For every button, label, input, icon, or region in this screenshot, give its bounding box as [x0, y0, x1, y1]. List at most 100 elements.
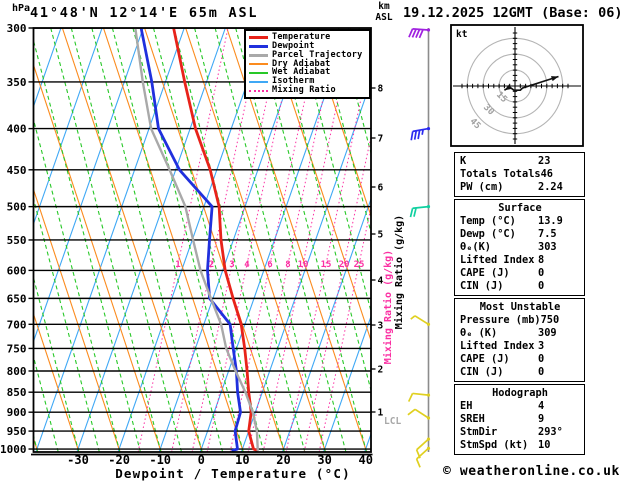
- pressure-tick-label: 550: [7, 234, 27, 247]
- panel-row-value: 7.5: [538, 228, 557, 240]
- panel-row: StmSpd (kt) 10: [460, 439, 580, 452]
- pressure-tick-label: 350: [7, 76, 27, 89]
- temp-tick-label: -20: [108, 453, 130, 467]
- pressure-tick-label: 850: [7, 386, 27, 399]
- panel-section-header: Most Unstable: [479, 301, 561, 313]
- temp-tick-label: 20: [276, 453, 290, 467]
- panel-row: Lifted Index 3: [460, 340, 580, 353]
- pressure-tick-label: 1000: [0, 443, 27, 456]
- panel-row: CAPE (J) 0: [460, 353, 580, 366]
- wind-barb: [407, 392, 429, 402]
- panel-row: Lifted Index 8: [460, 254, 580, 267]
- panel-row: PW (cm) 2.24: [460, 181, 580, 194]
- panel-row-value: 8: [538, 254, 545, 266]
- panel-row-label: StmSpd (kt): [460, 439, 529, 451]
- pressure-tick-label: 600: [7, 264, 27, 277]
- copyright-text: © weatheronline.co.uk: [443, 464, 620, 479]
- wind-barb-station-dot: [426, 416, 431, 420]
- panel-row: Totals Totals 46: [460, 168, 580, 181]
- pressure-tick-label: 400: [7, 123, 27, 136]
- panel-row-label: θₑ(K): [460, 241, 491, 253]
- legend-line-sample: [249, 44, 268, 48]
- temp-tick-label: 10: [235, 453, 249, 467]
- wind-barb-station-dot: [426, 437, 431, 441]
- panel-row-label: CIN (J): [460, 280, 504, 292]
- pressure-tick-label: 750: [7, 342, 27, 355]
- panel-row: SREH 9: [460, 413, 580, 426]
- panel-row-label: θₑ (K): [460, 327, 498, 339]
- panel-row: StmDir 293°: [460, 426, 580, 439]
- hodograph-unit-label: kt: [456, 29, 467, 40]
- wind-barb: [407, 408, 429, 419]
- panel-row-label: Lifted Index: [460, 254, 535, 266]
- temp-tick-label: 30: [317, 453, 331, 467]
- panel-row-value: 23: [538, 155, 551, 167]
- panel-row-value: 293°: [538, 426, 563, 438]
- height-tick-label: 8: [378, 84, 384, 95]
- pressure-tick-label: 950: [7, 425, 27, 438]
- panel-row-label: StmDir: [460, 426, 498, 438]
- mixing-ratio-value-label: 25: [354, 260, 365, 270]
- panel-row-label: Lifted Index: [460, 340, 535, 352]
- pressure-tick-label: 650: [7, 292, 27, 305]
- pressure-tick-label: 900: [7, 406, 27, 419]
- panel-row-value: 750: [540, 314, 560, 326]
- height-tick-label: 1: [378, 408, 384, 419]
- panel-row-label: Temp (°C): [460, 215, 516, 227]
- temp-tick-label: 0: [198, 453, 205, 467]
- panel-row-value: 13.9: [538, 215, 563, 227]
- mixing-ratio-value-label: 1: [175, 260, 180, 270]
- panel-section-header: Surface: [498, 202, 542, 214]
- mixing-ratio-axis-label: Mixing Ratio (g/kg): [393, 215, 405, 329]
- pressure-axis-unit: hPa: [12, 3, 31, 14]
- panel-section-indices: K 23 Totals Totals 46 PW (cm) 2.24: [454, 152, 585, 197]
- mixing-ratio-value-label: 4: [244, 260, 250, 270]
- panel-row-value: 9: [538, 413, 545, 425]
- panel-section-surface: Surface Temp (°C) 13.9 Dewp (°C) 7.5 θₑ(K) 303…: [454, 199, 585, 296]
- panel-row: K 23: [460, 155, 580, 168]
- panel-row: θₑ (K) 309: [460, 327, 580, 340]
- panel-section-header: Hodograph: [492, 387, 548, 399]
- panel-row-value: 10: [538, 439, 551, 451]
- panel-row-label: EH: [460, 400, 473, 412]
- station-title: 41°48'N 12°14'E 65m ASL: [30, 5, 259, 21]
- height-tick-label: 5: [378, 230, 384, 241]
- temp-tick-label: 40: [358, 453, 372, 467]
- skewt-screenshot: 1 2 3 4 6 8 10 15 20 25 300 350 400 450 500 550 600 650 70…: [0, 0, 629, 486]
- wind-barb-station-dot: [426, 393, 431, 397]
- panel-row-value: 3: [538, 340, 545, 352]
- height-tick-label: 7: [378, 134, 384, 145]
- panel-row-label: Totals Totals: [460, 168, 541, 180]
- mixing-ratio-value-label: 6: [267, 260, 272, 270]
- mixing-ratio-value-label: 15: [321, 260, 332, 270]
- panel-row: Temp (°C) 13.9: [460, 215, 580, 228]
- mixing-ratio-value-label: 20: [339, 260, 350, 270]
- wind-barb: [410, 127, 429, 141]
- height-tick-label: 2: [378, 365, 384, 376]
- panel-row-value: 0: [538, 267, 545, 279]
- panel-row-label: CAPE (J): [460, 267, 510, 279]
- panel-row: θₑ(K) 303: [460, 241, 580, 254]
- legend-line-sample: [249, 62, 268, 65]
- datetime-title: 19.12.2025 12GMT (Base: 06): [403, 5, 623, 21]
- wind-barb-station-dot: [426, 28, 431, 32]
- panel-section-hodograph: Hodograph EH 4 SREH 9 StmDir 293° StmSpd (kt) 10: [454, 384, 585, 455]
- pressure-tick-label: 500: [7, 201, 27, 214]
- wind-barb-station-dot: [426, 205, 431, 209]
- panel-row-label: Pressure (mb): [460, 314, 541, 326]
- height-axis-unit: km ASL: [369, 1, 399, 23]
- legend-item-label: Mixing Ratio: [272, 85, 336, 96]
- legend-line-sample: [249, 71, 268, 74]
- panel-row: Dewp (°C) 7.5: [460, 228, 580, 241]
- panel-row: EH 4: [460, 400, 580, 413]
- pressure-tick-label: 700: [7, 318, 27, 331]
- panel-row: CAPE (J) 0: [460, 267, 580, 280]
- legend-line-sample: [249, 53, 268, 57]
- panel-row-value: 303: [538, 241, 557, 253]
- panel-row-value: 0: [538, 353, 545, 365]
- x-axis-label: Dewpoint / Temperature (°C): [115, 466, 351, 481]
- panel-row-label: Dewp (°C): [460, 228, 516, 240]
- panel-row-value: 0: [538, 280, 545, 292]
- legend-line-sample: [249, 35, 268, 39]
- panel-row-label: SREH: [460, 413, 485, 425]
